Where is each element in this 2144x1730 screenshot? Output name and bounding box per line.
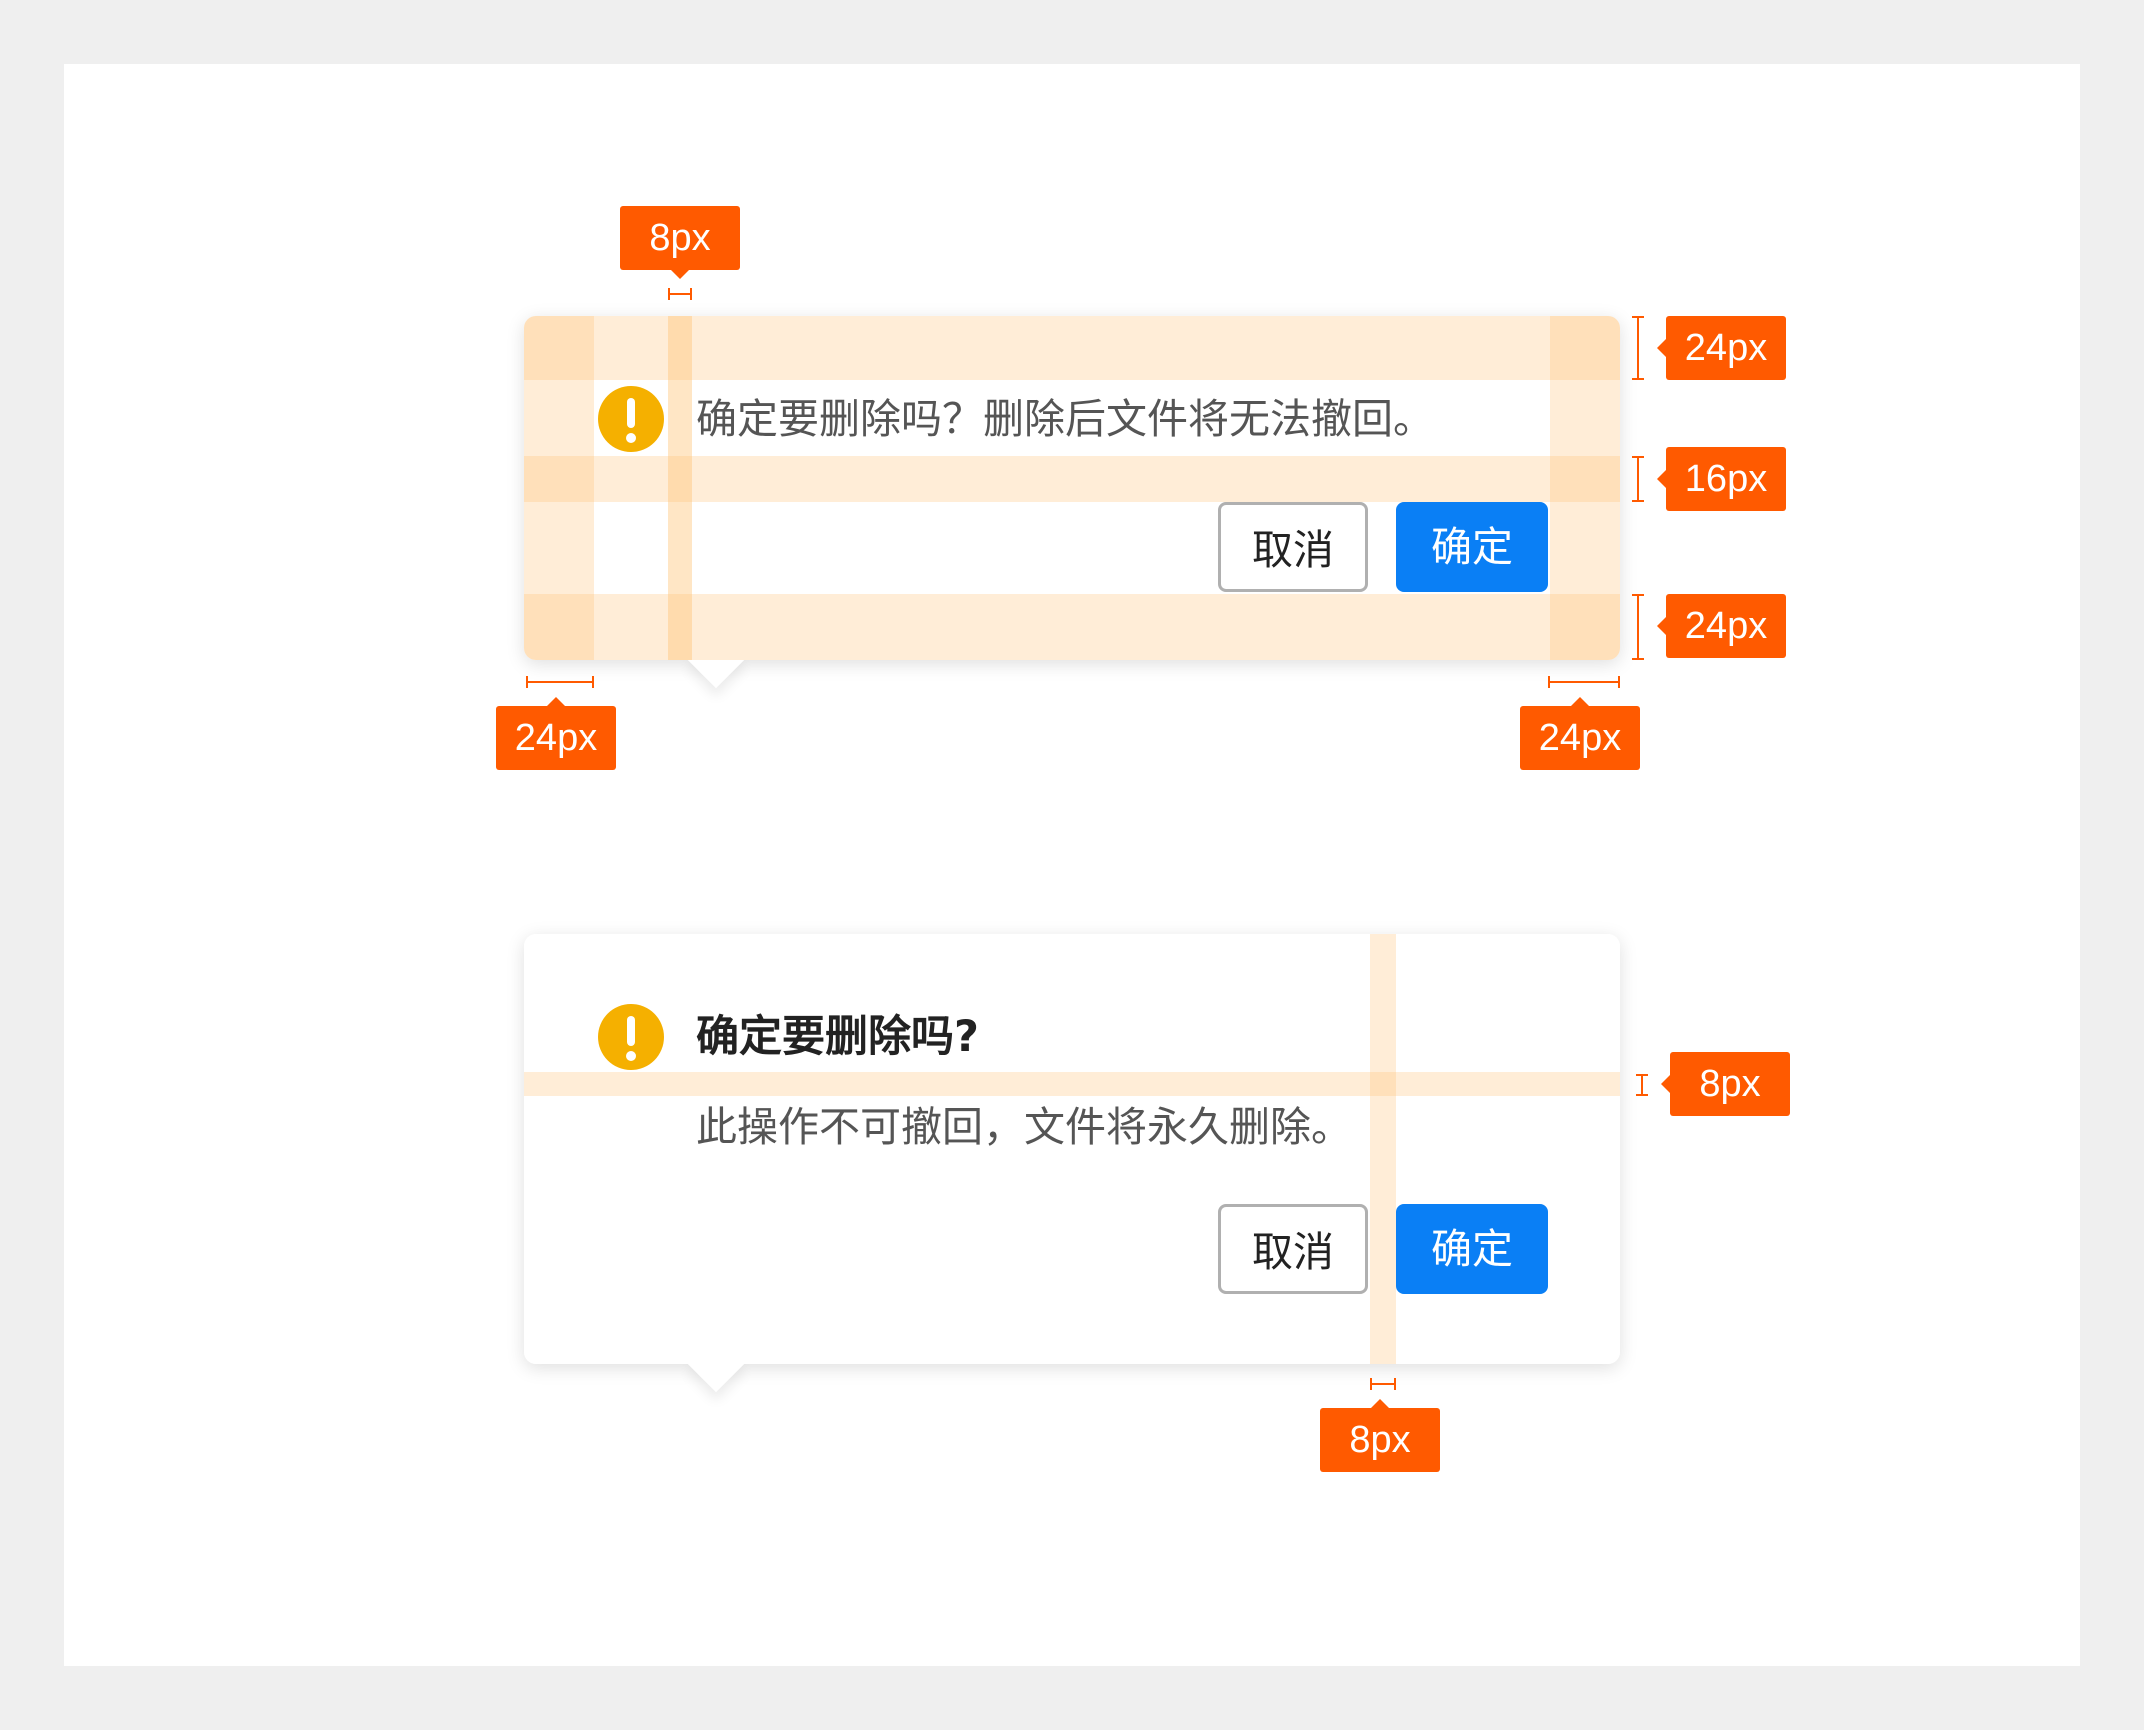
- cancel-button[interactable]: 取消: [1218, 502, 1368, 592]
- bottom-padding-label: 24px: [1657, 594, 1786, 658]
- left-padding-dimension: [526, 676, 594, 688]
- canvas: [64, 64, 2080, 1666]
- popconfirm-spec: 确定要删除吗？删除后文件将无法撤回。 取消 确定: [524, 316, 1620, 689]
- button-gap-label: 8px: [1320, 1399, 1440, 1472]
- icon-gap-dimension: [668, 288, 692, 300]
- content-gap-label: 16px: [1657, 447, 1786, 511]
- bottom-padding-dimension: [1632, 594, 1644, 660]
- icon-gap-label: 8px: [620, 206, 740, 279]
- confirm-button[interactable]: 确定: [1396, 502, 1548, 592]
- popover-description: 此操作不可撤回，文件将永久删除。: [696, 1103, 1352, 1151]
- title-gap-dimension: [1636, 1074, 1648, 1096]
- button-gap-dimension: [1370, 1378, 1396, 1390]
- warning-icon: [598, 1004, 664, 1070]
- popover-message: 确定要删除吗？删除后文件将无法撤回。: [696, 395, 1434, 443]
- top-padding-label: 24px: [1657, 316, 1786, 380]
- top-padding-dimension: [1632, 316, 1644, 380]
- confirm-button[interactable]: 确定: [1396, 1204, 1548, 1294]
- popover-title: 确定要删除吗?: [696, 1012, 979, 1062]
- cancel-button[interactable]: 取消: [1218, 1204, 1368, 1294]
- popconfirm-with-title-spec: 确定要删除吗? 此操作不可撤回，文件将永久删除。 取消 确定: [524, 934, 1620, 1393]
- left-padding-label: 24px: [496, 697, 616, 770]
- right-padding-dimension: [1548, 676, 1620, 688]
- content-gap-dimension: [1632, 456, 1644, 502]
- warning-icon: [598, 386, 664, 452]
- title-gap-label: 8px: [1661, 1052, 1790, 1116]
- right-padding-label: 24px: [1520, 697, 1640, 770]
